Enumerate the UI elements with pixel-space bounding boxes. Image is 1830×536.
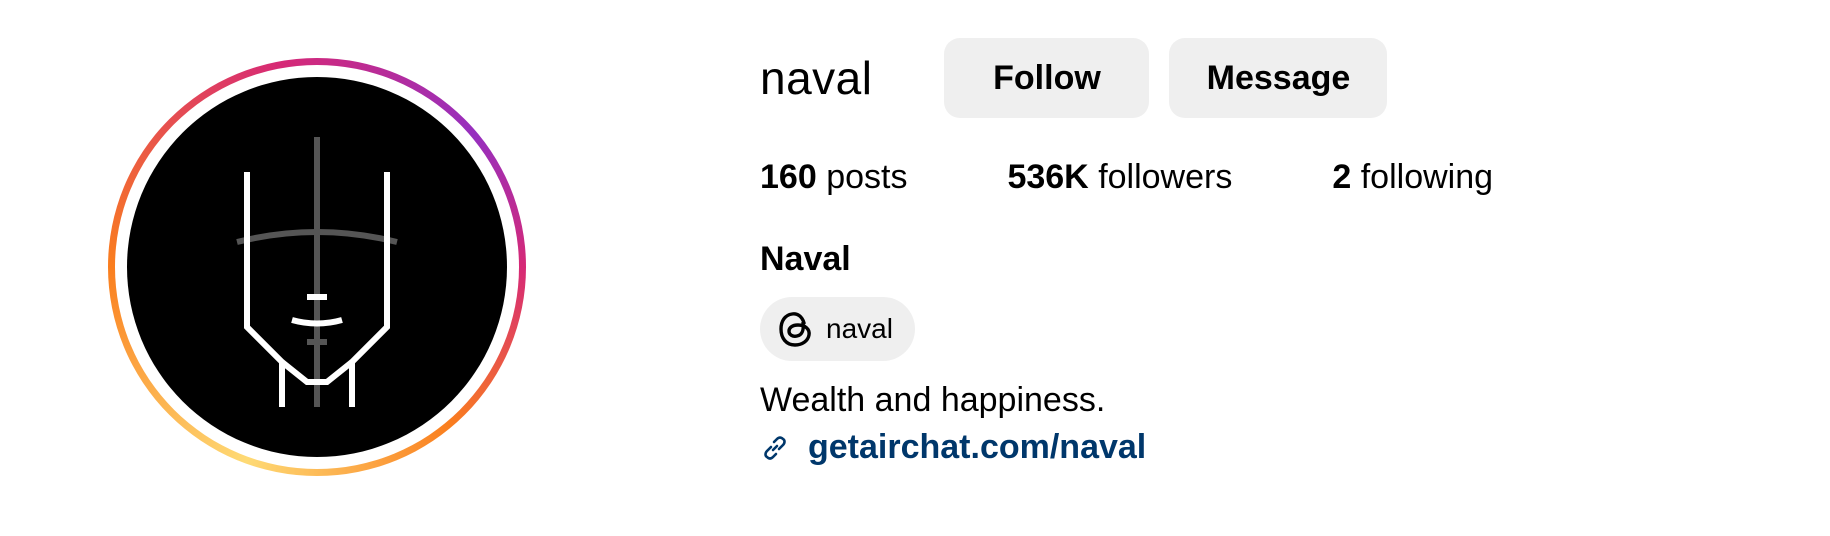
posts-count: 160 — [760, 157, 817, 196]
story-ring[interactable] — [108, 58, 526, 476]
follow-button[interactable]: Follow — [944, 38, 1150, 118]
username: naval — [760, 52, 873, 104]
avatar[interactable] — [127, 77, 507, 457]
posts-label: posts — [826, 157, 908, 196]
following-count: 2 — [1332, 157, 1352, 196]
posts-stat: 160 posts — [760, 158, 907, 197]
link-text[interactable]: getairchat.com/naval — [808, 428, 1146, 467]
following-label: following — [1360, 157, 1494, 196]
threads-badge[interactable]: naval — [760, 297, 915, 361]
threads-handle: naval — [826, 313, 893, 344]
followers-count: 536K — [1007, 157, 1089, 196]
link-icon — [764, 435, 786, 460]
full-name: Naval — [760, 240, 851, 278]
avatar-logo-icon — [236, 137, 398, 407]
followers-stat[interactable]: 536K followers — [1007, 158, 1232, 197]
following-stat[interactable]: 2 following — [1332, 158, 1493, 197]
message-button[interactable]: Message — [1169, 38, 1388, 118]
followers-label: followers — [1098, 157, 1233, 196]
profile-stats: 160 posts 536K followers 2 following — [760, 156, 1593, 198]
external-link[interactable]: getairchat.com/naval — [760, 428, 1593, 467]
bio-text: Wealth and happiness. — [760, 381, 1106, 419]
profile-header-row: naval Follow Message — [760, 38, 1593, 118]
threads-icon — [779, 312, 811, 347]
profile-info: naval Follow Message 160 posts 536K foll… — [760, 38, 1593, 467]
avatar-gap — [115, 65, 519, 469]
